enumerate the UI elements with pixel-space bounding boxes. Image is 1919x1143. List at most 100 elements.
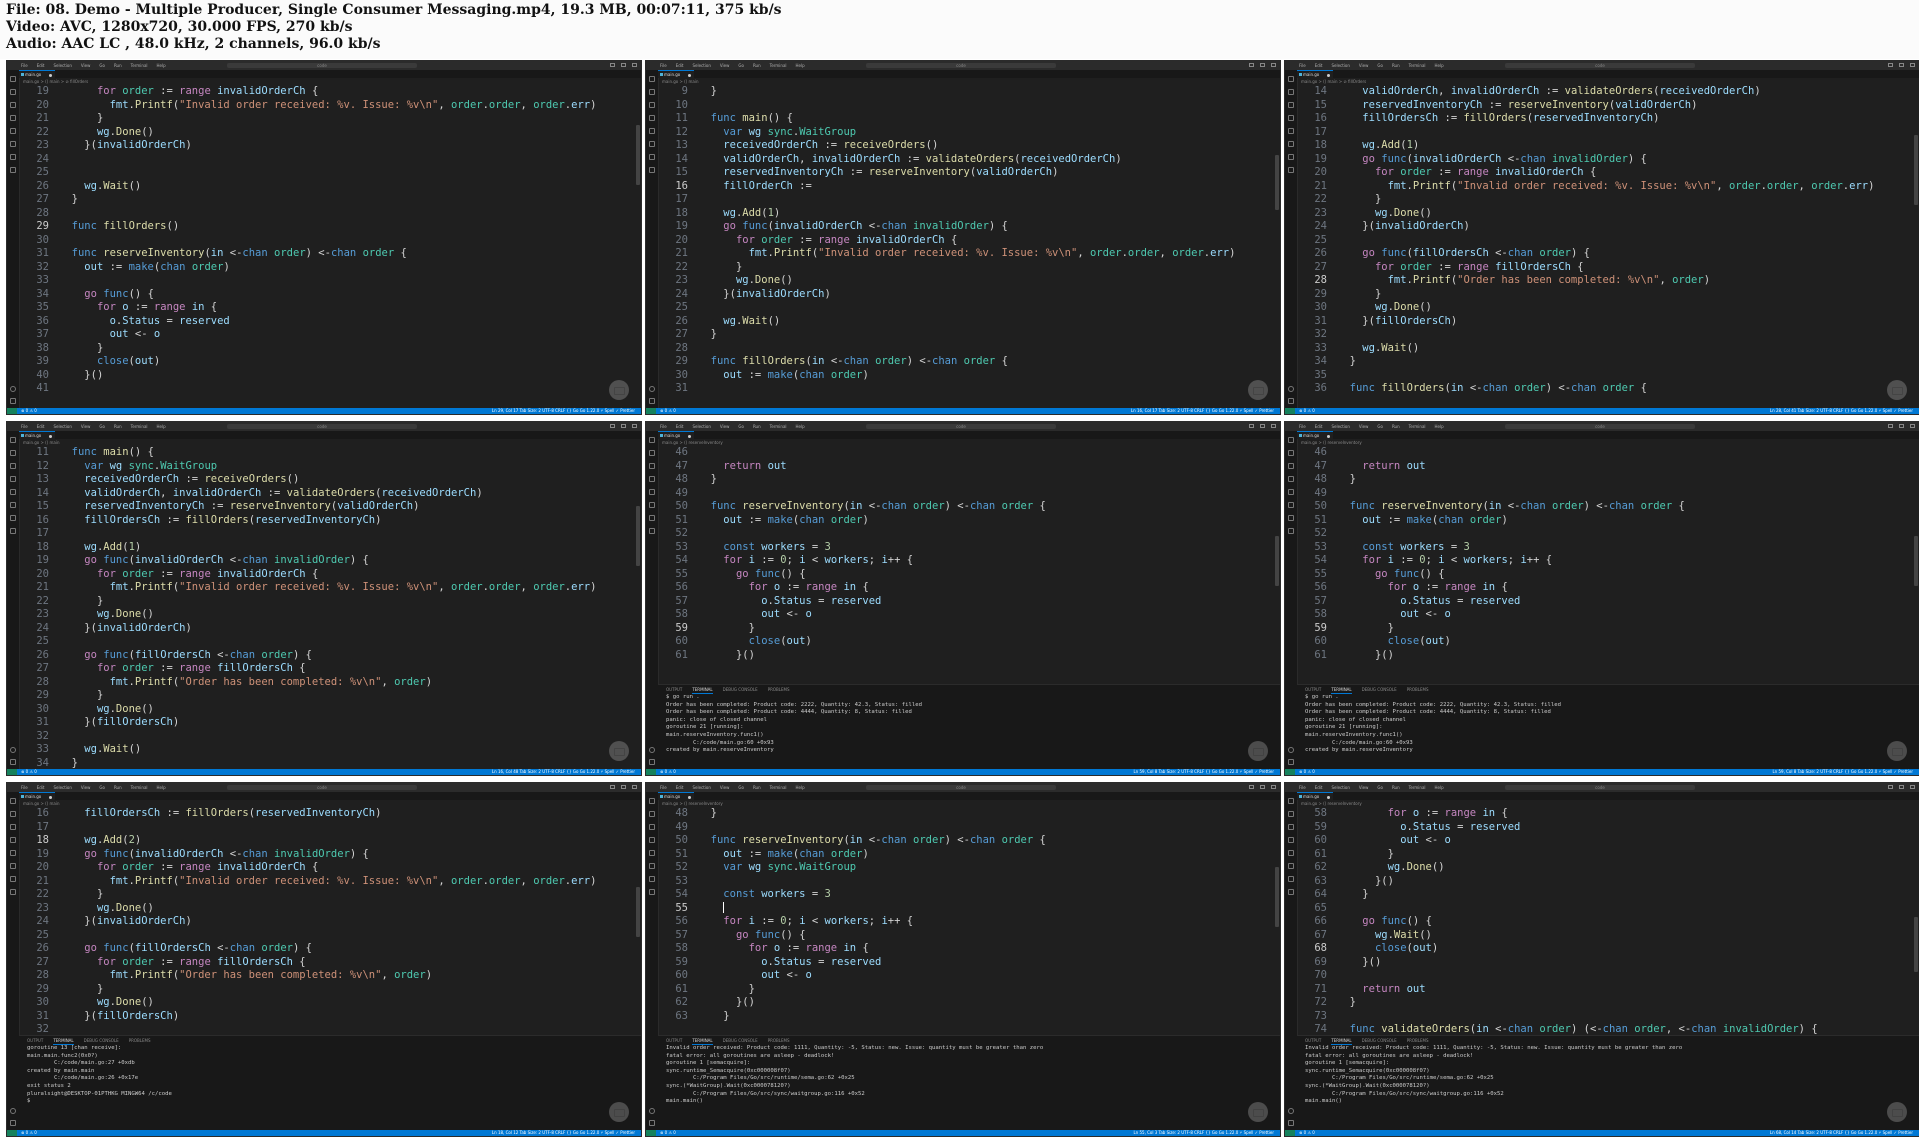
gear-icon[interactable] (10, 759, 16, 765)
remote-icon[interactable] (649, 528, 655, 534)
code-line[interactable]: 46 (658, 446, 1274, 460)
code-line[interactable]: 31 }(fillOrdersCh) (19, 1010, 635, 1024)
code-line[interactable]: 50 func reserveInventory(in <-chan order… (1297, 500, 1913, 514)
docker-icon[interactable] (1288, 515, 1294, 521)
close-icon[interactable] (1910, 785, 1915, 789)
code-line[interactable]: 27 for order := range fillOrdersCh { (1297, 261, 1913, 275)
docker-icon[interactable] (10, 154, 16, 160)
code-editor[interactable]: 16 fillOrdersCh := fillOrders(reservedIn… (19, 807, 635, 1037)
menu-item[interactable]: Terminal (770, 783, 787, 792)
remote-icon[interactable] (1288, 167, 1294, 173)
menu-item[interactable]: Selection (53, 783, 71, 792)
menu-item[interactable]: Edit (37, 422, 45, 431)
tab-main-go[interactable]: main.go (658, 431, 694, 439)
code-line[interactable]: 51 out := make(chan order) (1297, 514, 1913, 528)
remote-indicator-icon[interactable] (1285, 1130, 1295, 1136)
breadcrumb[interactable]: main.go > () reserveInventory (662, 439, 723, 446)
code-line[interactable]: 57 go func() { (658, 929, 1274, 943)
run-debug-icon[interactable] (1288, 476, 1294, 482)
code-line[interactable]: 21 fmt.Printf("Invalid order received: %… (19, 875, 635, 889)
editor-status[interactable]: Ln 59, Col 8 Tab Size: 2 UTF-8 CRLF {} G… (1133, 769, 1274, 775)
breadcrumb[interactable]: main.go > () reserveInventory (1301, 800, 1362, 807)
code-editor[interactable]: 46 47 return out 48 } 49 50 func reserveInve… (658, 446, 1274, 662)
code-line[interactable]: 62 wg.Done() (1297, 861, 1913, 875)
code-line[interactable]: 58 for o := range in { (1297, 807, 1913, 821)
menu-item[interactable]: Edit (1315, 61, 1323, 70)
panel-tab[interactable]: PROBLEMS (768, 1036, 790, 1045)
code-line[interactable]: 33 wg.Wait() (19, 743, 635, 757)
menu-item[interactable]: Terminal (131, 422, 148, 431)
close-icon[interactable] (632, 63, 637, 67)
code-line[interactable]: 63 }() (1297, 875, 1913, 889)
menu-item[interactable]: Terminal (131, 783, 148, 792)
remote-icon[interactable] (10, 167, 16, 173)
source-control-icon[interactable] (649, 102, 655, 108)
code-line[interactable]: 30 wg.Done() (19, 703, 635, 717)
remote-indicator-icon[interactable] (1285, 769, 1295, 775)
testing-icon[interactable] (1288, 141, 1294, 147)
command-center[interactable]: code (227, 63, 417, 68)
extensions-icon[interactable] (1288, 489, 1294, 495)
code-line[interactable]: 50 func reserveInventory(in <-chan order… (658, 834, 1274, 848)
code-line[interactable]: 68 close(out) (1297, 942, 1913, 956)
unsaved-dot-icon[interactable] (49, 796, 52, 799)
code-line[interactable]: 30 wg.Done() (1297, 301, 1913, 315)
panel-tab[interactable]: PROBLEMS (768, 685, 790, 694)
editor-status[interactable]: Ln 55, Col 3 Tab Size: 2 UTF-8 CRLF {} G… (1133, 1130, 1274, 1136)
testing-icon[interactable] (1288, 502, 1294, 508)
command-center[interactable]: code (227, 424, 417, 429)
tab-main-go[interactable]: main.go (658, 792, 694, 800)
menu-item[interactable]: Go (738, 783, 744, 792)
search-icon[interactable] (649, 89, 655, 95)
docker-icon[interactable] (10, 876, 16, 882)
panel-tab[interactable]: PROBLEMS (1407, 685, 1429, 694)
code-editor[interactable]: 11 func main() {12 var wg sync.WaitGroup… (19, 446, 635, 770)
minimize-icon[interactable] (1249, 424, 1254, 428)
code-line[interactable]: 23 wg.Done() (1297, 207, 1913, 221)
code-line[interactable]: 39 close(out) (19, 355, 635, 369)
code-line[interactable]: 46 (1297, 446, 1913, 460)
code-line[interactable]: 67 wg.Wait() (1297, 929, 1913, 943)
code-line[interactable]: 36 func fillOrders(in <-chan order) <-ch… (1297, 382, 1913, 396)
code-line[interactable]: 21 fmt.Printf("Invalid order received: %… (658, 247, 1274, 261)
menu-item[interactable]: Go (99, 422, 105, 431)
unsaved-dot-icon[interactable] (1327, 74, 1330, 77)
menu-item[interactable]: Selection (692, 422, 710, 431)
menu-item[interactable]: Run (114, 61, 122, 70)
code-line[interactable]: 73 (1297, 1010, 1913, 1024)
code-line[interactable]: 22 } (1297, 193, 1913, 207)
editor-status[interactable]: Ln 68, Col 14 Tab Size: 2 UTF-8 CRLF {} … (1770, 1130, 1913, 1136)
code-line[interactable]: 27 } (658, 328, 1274, 342)
editor-status[interactable]: Ln 16, Col 48 Tab Size: 2 UTF-8 CRLF {} … (492, 769, 635, 775)
editor-scrollbar[interactable] (1275, 867, 1279, 927)
search-icon[interactable] (10, 89, 16, 95)
remote-indicator-icon[interactable] (7, 408, 17, 414)
extensions-icon[interactable] (649, 489, 655, 495)
command-center[interactable]: code (1505, 424, 1695, 429)
code-line[interactable]: 29 } (19, 689, 635, 703)
menu-item[interactable]: Go (1377, 783, 1383, 792)
breadcrumb[interactable]: main.go > () main > ⊘ fillOrders (1301, 78, 1366, 85)
menu-item[interactable]: Edit (1315, 422, 1323, 431)
problems-status[interactable]: ⊗ 0 ⚠ 0 (21, 1130, 37, 1136)
unsaved-dot-icon[interactable] (49, 74, 52, 77)
panel-tab[interactable]: TERMINAL (692, 685, 713, 694)
panel-tab[interactable]: OUTPUT (1305, 1036, 1321, 1045)
code-line[interactable]: 25 (19, 166, 635, 180)
tab-main-go[interactable]: main.go (19, 431, 55, 439)
gear-icon[interactable] (1288, 398, 1294, 404)
code-line[interactable]: 15 reservedInventoryCh := reserveInvento… (1297, 99, 1913, 113)
menu-item[interactable]: Go (1377, 422, 1383, 431)
code-line[interactable]: 40 }() (19, 369, 635, 383)
code-line[interactable]: 28 fmt.Printf("Order has been completed:… (1297, 274, 1913, 288)
command-center[interactable]: code (866, 785, 1056, 790)
code-line[interactable]: 31 }(fillOrdersCh) (19, 716, 635, 730)
menu-item[interactable]: Selection (692, 61, 710, 70)
code-line[interactable]: 24 }(invalidOrderCh) (658, 288, 1274, 302)
run-debug-icon[interactable] (649, 837, 655, 843)
menu-item[interactable]: Help (796, 783, 805, 792)
code-line[interactable]: 31 (658, 382, 1274, 396)
code-line[interactable]: 10 (658, 99, 1274, 113)
code-line[interactable]: 25 (1297, 234, 1913, 248)
code-line[interactable]: 26 go func(fillOrdersCh <-chan order) { (1297, 247, 1913, 261)
